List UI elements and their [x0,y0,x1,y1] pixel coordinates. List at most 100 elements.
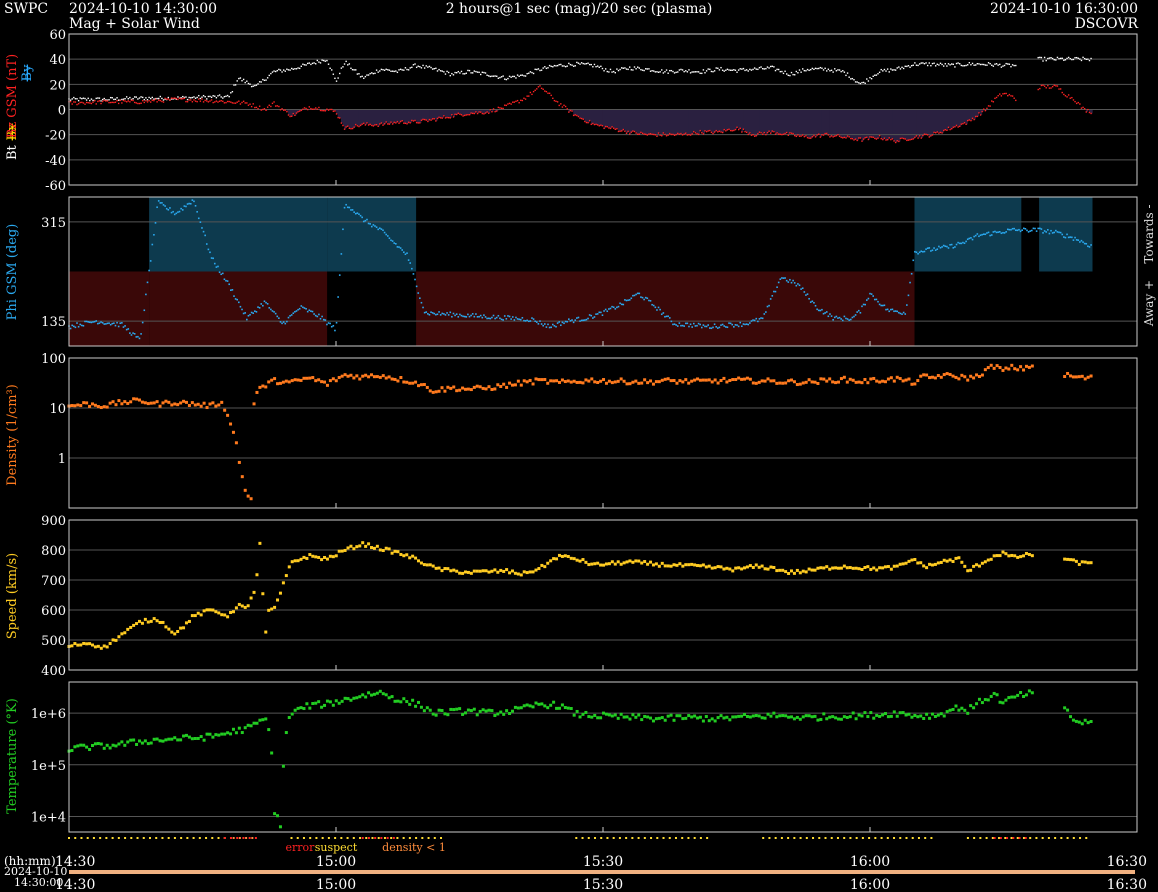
bt-point [707,68,709,70]
phi-point [346,206,349,209]
temperature-point [1074,719,1078,723]
phi-point [242,312,245,315]
temperature-point [528,704,532,708]
bt-point [970,64,972,66]
bt-point [497,77,500,79]
density-point [969,374,973,378]
phi-point [976,233,979,235]
bt-point [984,64,987,66]
bz-point [82,102,85,104]
speed-point [1016,555,1020,559]
bz-point [391,123,394,125]
temperature-point [82,743,86,747]
phi-point [659,308,661,311]
bt-point [902,67,905,70]
bt-point [954,66,956,68]
density-point [754,381,758,385]
phi-point [337,296,339,298]
phi-point [877,300,879,303]
error-flag [229,837,232,839]
suspect-flag [148,837,151,839]
bz-point [236,101,238,103]
phi-point [194,204,197,207]
bt-point [564,65,567,68]
bz-point [190,99,192,101]
density-point [696,377,700,381]
suspect-flag [383,837,386,839]
bt-point [87,97,89,100]
density-point [910,382,914,386]
bt-point [114,98,117,101]
temperature-point [1086,721,1090,725]
bz-point [145,100,147,102]
suspect-flag [217,837,220,839]
bt-point [882,70,884,72]
density-point [722,376,726,380]
temperature-point [461,712,465,716]
bt-point [750,69,753,71]
bz-point [1055,85,1057,87]
phi-point [513,319,516,321]
speed-point [792,571,796,575]
temperature-point [901,711,905,715]
bz-point [399,120,402,123]
density-point [378,375,382,379]
bz-point [89,102,91,104]
speed-point [108,641,112,645]
suspect-flag [173,837,176,839]
bt-point [1077,57,1079,59]
bz-point [499,107,501,109]
bz-point [907,139,910,141]
temperature-point [599,716,603,720]
bz-point [79,101,81,104]
phi-point [572,321,575,324]
bt-point [425,65,427,67]
x-tick-label: 16:30 [1107,877,1147,892]
phi-point [455,313,458,315]
bz-point [1063,93,1065,96]
density-point [370,373,374,377]
phi-point [547,323,549,326]
bz-point [973,118,975,121]
bt-point [329,67,331,69]
bz-point [717,131,719,133]
speed-point [349,544,353,548]
bt-point [721,69,724,71]
speed-point [132,623,136,627]
bt-point [135,96,137,98]
bz-point [1075,102,1078,105]
bz-point [289,115,291,118]
density-point [461,386,465,390]
phi-point [494,317,496,320]
bt-point [391,70,394,72]
phi-point [978,235,980,238]
bt-point [101,98,104,101]
bz-point [824,132,826,135]
density-point [531,382,535,386]
bt-point [117,99,120,101]
bt-point [146,99,149,101]
phi-point [545,326,548,328]
bz-point [930,135,932,137]
temperature-point [804,714,808,718]
bt-point [446,70,448,73]
bz-point [175,97,178,100]
bz-point [1082,106,1084,109]
suspect-flag [991,837,994,839]
density-point [158,404,162,408]
bt-point [782,72,785,75]
phi-point [81,324,83,327]
density-point [534,377,538,381]
bz-point [515,100,517,103]
bz-point [303,107,306,109]
phi-point [713,323,716,326]
temperature-point [525,703,529,707]
phi-point [747,323,750,326]
phi-point [431,312,434,314]
speed-point [422,563,426,567]
phi-point [382,229,384,232]
speed-point [270,607,274,611]
suspect-flag [593,837,596,839]
bz-point [1042,84,1044,86]
phi-point [568,318,570,320]
